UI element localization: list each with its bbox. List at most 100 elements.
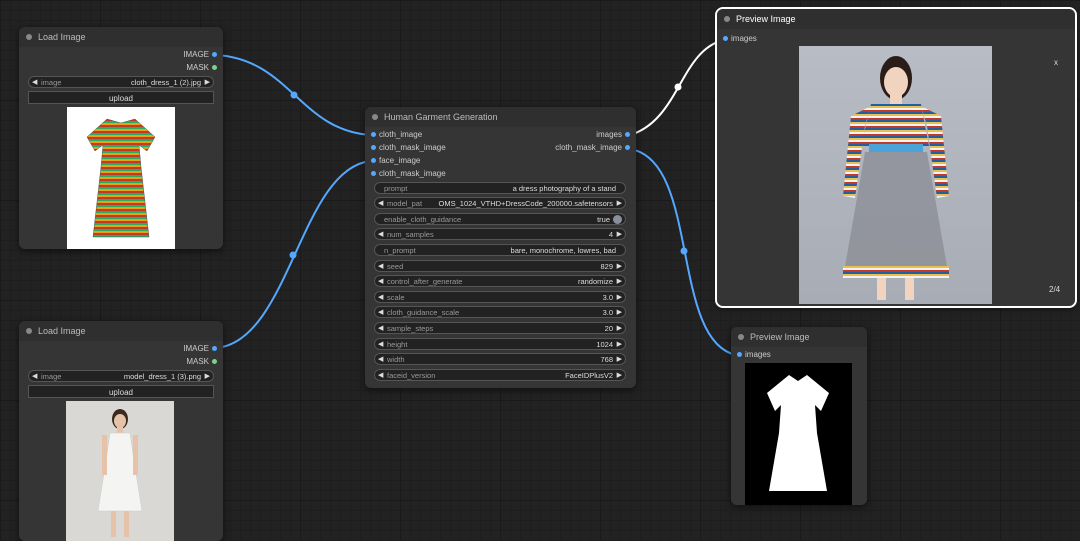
image-counter: 2/4 [1049,285,1061,294]
upload-button[interactable]: upload [28,385,214,398]
preview-image-node-2[interactable]: Preview Image images [731,327,867,505]
left-arrow-icon[interactable]: ◀ [32,77,37,87]
image-combo[interactable]: ◀ image model_dress_1 (3).png ▶ [28,370,214,382]
close-icon[interactable]: x [1049,56,1063,70]
model-path-combo[interactable]: ◀ model_pat OMS_1024_VTHD+DressCode_2000… [374,197,626,209]
link-reroute-dot [674,83,682,91]
load-image-node-2[interactable]: Load Image IMAGE MASK ◀ image model_dres… [19,321,223,541]
input-slot-face-image[interactable]: face_image [371,155,420,167]
left-arrow-icon[interactable]: ◀ [378,292,383,302]
input-slot-cloth-mask-image-2[interactable]: cloth_mask_image [371,168,446,180]
node-title: Load Image [38,32,86,42]
image-thumbnail [66,401,174,541]
image-combo[interactable]: ◀ image cloth_dress_1 (2).jpg ▶ [28,76,214,88]
link-cloth-image [216,54,371,136]
human-garment-generation-node[interactable]: Human Garment Generation cloth_image clo… [365,107,636,388]
link-reroute-dot [290,91,298,99]
right-arrow-icon[interactable]: ▶ [205,371,210,381]
right-arrow-icon[interactable]: ▶ [617,307,622,317]
dress-mask-art [767,375,829,491]
collapse-dot-icon[interactable] [26,328,32,334]
node-title: Load Image [38,326,86,336]
width-stepper[interactable]: ◀ width 768 ▶ [374,353,626,365]
cloth-guidance-scale-stepper[interactable]: ◀ cloth_guidance_scale 3.0 ▶ [374,306,626,318]
left-arrow-icon[interactable]: ◀ [378,339,383,349]
load-image-node-1[interactable]: Load Image IMAGE MASK ◀ image cloth_dres… [19,27,223,249]
slot-dot-icon[interactable] [625,145,630,150]
preview-image-node-1[interactable]: Preview Image images x 2/4 [715,7,1077,308]
upload-button[interactable]: upload [28,91,214,104]
node-title: Human Garment Generation [384,112,498,122]
node-title-bar[interactable]: Preview Image [731,327,867,347]
output-slot-mask[interactable]: MASK [186,62,217,74]
left-arrow-icon[interactable]: ◀ [378,261,383,271]
right-arrow-icon[interactable]: ▶ [617,292,622,302]
collapse-dot-icon[interactable] [26,34,32,40]
slot-dot-icon[interactable] [723,36,728,41]
output-slot-mask[interactable]: MASK [186,356,217,368]
left-arrow-icon[interactable]: ◀ [378,276,383,286]
left-arrow-icon[interactable]: ◀ [32,371,37,381]
slot-dot-icon[interactable] [212,346,217,351]
collapse-dot-icon[interactable] [724,16,730,22]
output-slot-images[interactable]: images [596,129,630,141]
left-arrow-icon[interactable]: ◀ [378,370,383,380]
girl-striped-dress-art [843,56,949,300]
right-arrow-icon[interactable]: ▶ [617,339,622,349]
slot-dot-icon[interactable] [371,171,376,176]
slot-dot-icon[interactable] [371,132,376,137]
seed-stepper[interactable]: ◀ seed 829 ▶ [374,260,626,272]
slot-dot-icon[interactable] [371,158,376,163]
n-prompt-field[interactable]: n_prompt bare, monochrome, lowres, bad [374,244,626,256]
prompt-field[interactable]: prompt a dress photography of a stand [374,182,626,194]
slot-dot-icon[interactable] [212,359,217,364]
left-arrow-icon[interactable]: ◀ [378,198,383,208]
node-title: Preview Image [736,14,796,24]
height-stepper[interactable]: ◀ height 1024 ▶ [374,338,626,350]
preview-image[interactable] [745,363,852,505]
left-arrow-icon[interactable]: ◀ [378,229,383,239]
output-slot-cloth-mask-image[interactable]: cloth_mask_image [555,142,630,154]
right-arrow-icon[interactable]: ▶ [617,198,622,208]
sample-steps-stepper[interactable]: ◀ sample_steps 20 ▶ [374,322,626,334]
num-samples-stepper[interactable]: ◀ num_samples 4 ▶ [374,228,626,240]
output-slot-image[interactable]: IMAGE [183,343,217,355]
slot-dot-icon[interactable] [737,352,742,357]
enable-cloth-guidance-toggle[interactable]: enable_cloth_guidance true [374,213,626,225]
toggle-knob-icon[interactable] [613,215,622,224]
node-title: Preview Image [750,332,810,342]
right-arrow-icon[interactable]: ▶ [617,370,622,380]
preview-image[interactable] [799,46,992,304]
left-arrow-icon[interactable]: ◀ [378,307,383,317]
right-arrow-icon[interactable]: ▶ [205,77,210,87]
right-arrow-icon[interactable]: ▶ [617,323,622,333]
node-title-bar[interactable]: Preview Image [717,9,1075,29]
scale-stepper[interactable]: ◀ scale 3.0 ▶ [374,291,626,303]
slot-dot-icon[interactable] [371,145,376,150]
node-title-bar[interactable]: Human Garment Generation [365,107,636,127]
node-title-bar[interactable]: Load Image [19,321,223,341]
right-arrow-icon[interactable]: ▶ [617,276,622,286]
input-slot-cloth-mask-image[interactable]: cloth_mask_image [371,142,446,154]
right-arrow-icon[interactable]: ▶ [617,261,622,271]
collapse-dot-icon[interactable] [372,114,378,120]
dress-thumbnail-art [86,118,156,238]
link-face-image [216,160,371,349]
output-slot-image[interactable]: IMAGE [183,49,217,61]
slot-dot-icon[interactable] [625,132,630,137]
left-arrow-icon[interactable]: ◀ [378,354,383,364]
slot-dot-icon[interactable] [212,65,217,70]
input-slot-images[interactable]: images [723,33,757,45]
right-arrow-icon[interactable]: ▶ [617,354,622,364]
input-slot-cloth-image[interactable]: cloth_image [371,129,422,141]
right-arrow-icon[interactable]: ▶ [617,229,622,239]
faceid-version-combo[interactable]: ◀ faceid_version FaceIDPlusV2 ▶ [374,369,626,381]
left-arrow-icon[interactable]: ◀ [378,323,383,333]
node-title-bar[interactable]: Load Image [19,27,223,47]
collapse-dot-icon[interactable] [738,334,744,340]
input-slot-images[interactable]: images [737,349,771,361]
control-after-generate-combo[interactable]: ◀ control_after_generate randomize ▶ [374,275,626,287]
image-thumbnail [67,107,175,249]
link-reroute-dot [289,251,297,259]
slot-dot-icon[interactable] [212,52,217,57]
